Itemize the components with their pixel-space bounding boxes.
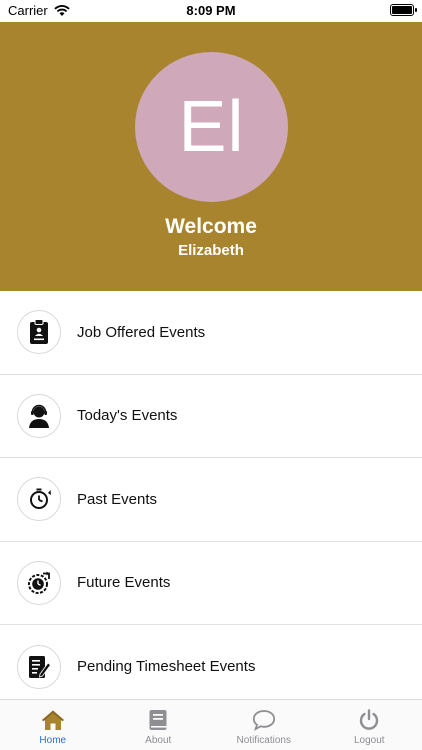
menu-item-future-events[interactable]: Future Events <box>0 541 422 625</box>
menu-item-label: Future Events <box>77 574 171 592</box>
menu-item-past-events[interactable]: Past Events <box>0 458 422 542</box>
profile-header: El Welcome Elizabeth <box>0 22 422 291</box>
tab-logout[interactable]: Logout <box>317 700 422 750</box>
chat-bubble-icon <box>252 710 275 731</box>
clock-forward-icon <box>17 560 61 605</box>
menu-item-todays-events[interactable]: Today's Events <box>0 374 422 458</box>
welcome-title: Welcome <box>165 215 257 238</box>
menu-item-job-offered-events[interactable]: Job Offered Events <box>0 291 422 375</box>
status-time: 8:09 PM <box>186 3 236 18</box>
clipboard-icon <box>17 310 61 355</box>
tab-home[interactable]: Home <box>0 700 106 750</box>
menu-item-pending-timesheet-events[interactable]: Pending Timesheet Events <box>0 625 422 709</box>
tab-about[interactable]: About <box>106 700 212 750</box>
app-screen: Carrier 8:09 PM El Welcome Elizabeth Job… <box>0 0 422 750</box>
menu-item-label: Today's Events <box>77 407 178 425</box>
status-bar: Carrier 8:09 PM <box>0 0 422 22</box>
tab-label: Logout <box>353 735 385 746</box>
avatar-initials: El <box>178 87 245 167</box>
menu-item-label: Past Events <box>77 490 158 508</box>
menu-item-label: Pending Timesheet Events <box>77 658 256 676</box>
tab-label: Notifications <box>236 735 291 746</box>
clock-back-icon <box>17 477 61 522</box>
welcome-name: Elizabeth <box>178 242 244 259</box>
battery-icon <box>390 4 417 16</box>
tab-notifications[interactable]: Notifications <box>211 700 317 750</box>
support-agent-icon <box>17 393 61 438</box>
avatar[interactable]: El <box>135 52 288 202</box>
timesheet-edit-icon <box>17 644 61 689</box>
book-icon <box>149 710 167 730</box>
tab-label: Home <box>39 735 67 746</box>
tab-bar: Home About Notifications Logout <box>0 699 422 750</box>
tab-label: About <box>145 735 172 746</box>
menu-item-label: Job Offered Events <box>77 323 206 341</box>
status-right <box>390 4 417 16</box>
power-icon <box>360 709 379 730</box>
events-menu: Job Offered Events Today's Events Past E… <box>0 291 422 709</box>
home-icon <box>41 710 64 730</box>
